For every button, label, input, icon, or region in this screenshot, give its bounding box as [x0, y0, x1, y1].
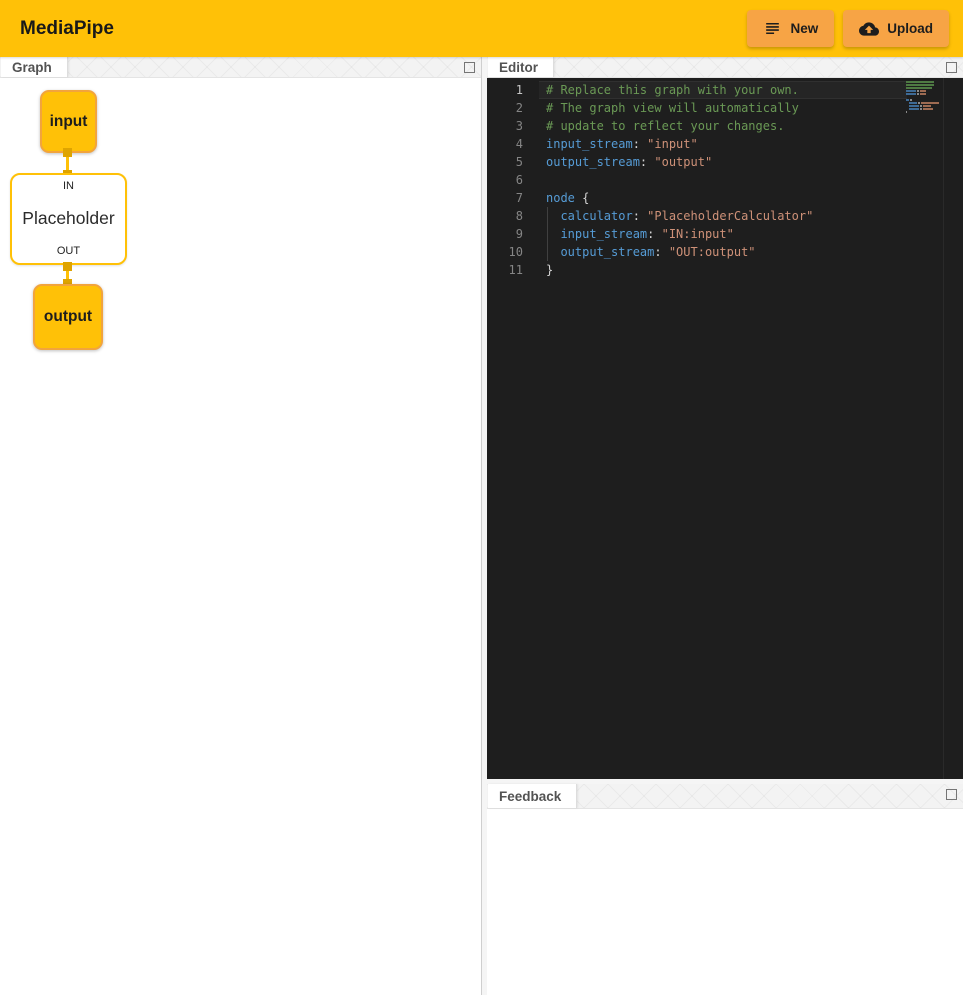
- line-number: 11: [487, 261, 523, 279]
- header-actions: New Upload: [747, 10, 949, 47]
- input-port-label: IN: [63, 180, 74, 192]
- graph-node-output[interactable]: output: [33, 284, 103, 350]
- new-button[interactable]: New: [747, 10, 834, 47]
- tab-feedback-label: Feedback: [499, 789, 561, 804]
- line-number: 9: [487, 225, 523, 243]
- minimap-line: [906, 99, 942, 101]
- subject-icon: [763, 19, 782, 38]
- feedback-panel: Feedback: [487, 784, 963, 995]
- feedback-content: [487, 809, 963, 995]
- code-text: output_stream: "OUT:output": [546, 243, 756, 261]
- maximize-icon[interactable]: [464, 62, 475, 73]
- minimap[interactable]: [906, 81, 942, 114]
- minimap-line: [906, 87, 942, 89]
- tab-graph-label: Graph: [12, 60, 52, 75]
- tab-feedback[interactable]: Feedback: [488, 784, 577, 808]
- graph-node-placeholder[interactable]: IN Placeholder OUT: [10, 173, 127, 265]
- code-text: }: [546, 261, 553, 279]
- line-number: 10: [487, 243, 523, 261]
- code-editor[interactable]: 1 # Replace this graph with your own. 2 # T…: [487, 78, 963, 779]
- feedback-tabstrip: Feedback: [487, 784, 963, 809]
- code-line[interactable]: 7 node {: [487, 189, 963, 207]
- minimap-line: [906, 108, 942, 110]
- code-text: node {: [546, 189, 589, 207]
- graph-tabstrip: Graph: [0, 57, 481, 78]
- upload-button[interactable]: Upload: [843, 10, 949, 47]
- code-line[interactable]: 8 calculator: "PlaceholderCalculator": [487, 207, 963, 225]
- line-number: 1: [487, 81, 523, 99]
- editor-tabstrip: Editor: [487, 57, 963, 78]
- code-text: calculator: "PlaceholderCalculator": [546, 207, 813, 225]
- graph-node-input[interactable]: input: [40, 90, 97, 153]
- minimap-line: [906, 102, 942, 104]
- minimap-line: [906, 84, 942, 86]
- line-number: 4: [487, 135, 523, 153]
- edge-connector-dot: [63, 262, 72, 271]
- code-text: input_stream: "IN:input": [546, 225, 734, 243]
- edge-connector-dot: [63, 148, 72, 157]
- minimap-line: [906, 81, 942, 83]
- maximize-icon[interactable]: [946, 62, 957, 73]
- code-line[interactable]: 5 output_stream: "output": [487, 153, 963, 171]
- code-line[interactable]: 4 input_stream: "input": [487, 135, 963, 153]
- graph-panel: Graph input IN Placeholder OUT output: [0, 57, 482, 995]
- upload-button-label: Upload: [887, 21, 933, 36]
- line-number: 6: [487, 171, 523, 189]
- new-button-label: New: [790, 21, 818, 36]
- app-title: MediaPipe: [20, 18, 114, 40]
- code-line[interactable]: 9 input_stream: "IN:input": [487, 225, 963, 243]
- code-text: input_stream: "input": [546, 135, 698, 153]
- editor-panel: Editor 1 # Replace this graph with your o…: [487, 57, 963, 779]
- line-number: 3: [487, 117, 523, 135]
- minimap-line: [906, 111, 942, 113]
- minimap-line: [906, 96, 942, 98]
- app-header: MediaPipe New Upload: [0, 0, 963, 57]
- tab-editor[interactable]: Editor: [488, 57, 554, 77]
- line-number: 7: [487, 189, 523, 207]
- node-label: input: [50, 113, 88, 131]
- node-label: Placeholder: [22, 208, 114, 229]
- code-text: # The graph view will automatically: [546, 99, 799, 117]
- node-label: output: [44, 308, 92, 326]
- code-line[interactable]: 2 # The graph view will automatically: [487, 99, 963, 117]
- code-text: # Replace this graph with your own.: [546, 81, 799, 99]
- code-line[interactable]: 6: [487, 171, 963, 189]
- output-port-label: OUT: [57, 245, 80, 257]
- code-line[interactable]: 11}: [487, 261, 963, 279]
- cloud-upload-icon: [859, 19, 879, 39]
- editor-scrollbar[interactable]: [943, 78, 963, 779]
- minimap-line: [906, 105, 942, 107]
- line-number: 8: [487, 207, 523, 225]
- line-number: 2: [487, 99, 523, 117]
- maximize-icon[interactable]: [946, 789, 957, 800]
- line-number: 5: [487, 153, 523, 171]
- minimap-line: [906, 90, 942, 92]
- code-lines: 1 # Replace this graph with your own. 2 # T…: [487, 81, 963, 279]
- graph-canvas[interactable]: input IN Placeholder OUT output: [0, 78, 481, 995]
- tab-graph[interactable]: Graph: [1, 57, 68, 77]
- code-line[interactable]: 1 # Replace this graph with your own.: [487, 81, 963, 99]
- code-line[interactable]: 3 # update to reflect your changes.: [487, 117, 963, 135]
- code-text: # update to reflect your changes.: [546, 117, 784, 135]
- tab-editor-label: Editor: [499, 60, 538, 75]
- code-text: output_stream: "output": [546, 153, 712, 171]
- code-line[interactable]: 10 output_stream: "OUT:output": [487, 243, 963, 261]
- minimap-line: [906, 93, 942, 95]
